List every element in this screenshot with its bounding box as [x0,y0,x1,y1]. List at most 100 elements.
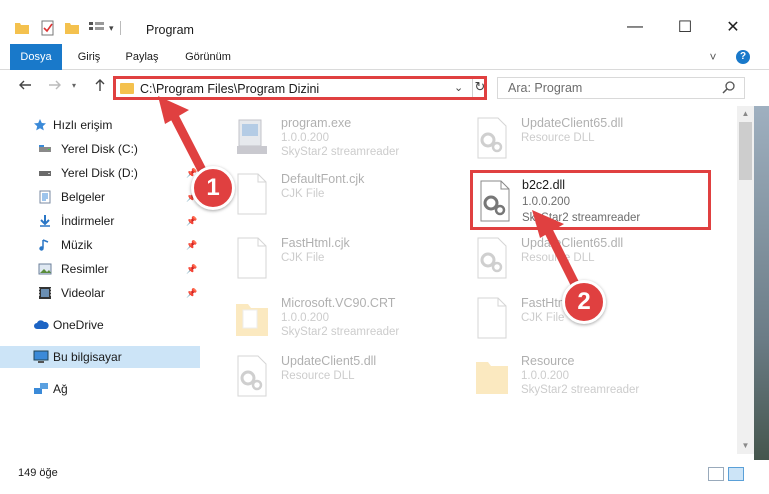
address-path[interactable]: C:\Program Files\Program Dizini [140,82,319,96]
toolbar-separator [119,21,121,35]
network-icon [34,383,48,394]
forward-button[interactable] [48,78,62,95]
drive-icon [39,171,51,176]
blank-file-icon [237,237,267,279]
search-input[interactable]: Ara: Program [508,81,582,95]
file-version: 1.0.0.200 [281,312,329,324]
sidebar-item-local-disk-c[interactable]: Yerel Disk (C:) [0,138,200,160]
folder-icon [236,304,268,336]
file-name: UpdateClient65.dll [521,116,624,130]
pin-icon[interactable]: 📌 [186,216,197,227]
sidebar-item-onedrive[interactable]: OneDrive [0,314,200,336]
file-type: CJK File [521,312,565,324]
sidebar-item-label: Hızlı erişim [53,118,113,132]
pin-icon[interactable]: 📌 [186,240,197,251]
tab-view[interactable]: Görünüm [176,44,240,70]
file-type: CJK File [281,252,325,264]
properties-icon[interactable] [40,20,56,36]
new-folder-icon[interactable] [64,20,80,36]
file-name: Microsoft.VC90.CRT [281,296,396,310]
help-icon[interactable]: ? [736,50,750,64]
navigation-bar: ▾ C:\Program Files\Program Dizini ⌄ ↻ Ar… [0,70,769,106]
search-box[interactable]: Ara: Program [497,77,745,99]
sidebar-item-videos[interactable]: Videolar 📌 [0,282,200,304]
item-count: 149 öğe [18,467,58,479]
file-item[interactable]: UpdateClient65.dll Resource DLL [453,228,693,284]
file-name: UpdateClient5.dll [281,354,377,368]
tab-share[interactable]: Paylaş [118,44,166,70]
file-item[interactable]: Microsoft.VC90.CRT 1.0.0.200 SkyStar2 st… [213,288,453,344]
blank-file-icon [477,297,507,339]
file-item[interactable]: UpdateClient65.dll Resource DLL [453,108,693,164]
refresh-button[interactable]: ↻ [473,79,487,97]
up-button[interactable] [93,78,107,95]
navigation-pane: Hızlı erişim Yerel Disk (C:) Yerel Disk … [0,106,200,460]
sidebar-item-music[interactable]: Müzik 📌 [0,234,200,256]
details-view-button[interactable] [708,467,724,481]
sidebar-item-pictures[interactable]: Resimler 📌 [0,258,200,280]
file-item[interactable]: program.exe 1.0.0.200 SkyStar2 streamrea… [213,108,453,164]
forward-arrow-icon [49,80,61,90]
close-button[interactable]: ✕ [710,12,756,42]
sidebar-item-this-pc[interactable]: Bu bilgisayar [0,346,200,368]
onedrive-cloud-icon [34,320,49,329]
drive-icon [39,145,51,152]
exe-icon [237,119,267,154]
window-title: Program [146,23,194,37]
sidebar-item-label: Resimler [61,262,109,276]
tab-home[interactable]: Giriş [66,44,112,70]
address-bar[interactable]: C:\Program Files\Program Dizini ⌄ ↻ [113,76,487,100]
minimize-button[interactable]: — [612,12,658,42]
file-item[interactable]: FastHtml.cjk CJK File [213,228,453,284]
dll-icon [237,355,267,397]
tiles-view-button[interactable] [728,467,744,481]
folder-icon [120,83,134,94]
file-item[interactable]: DefaultFont.cjk CJK File [213,164,453,220]
videos-icon [39,287,51,299]
file-description: SkyStar2 streamreader [281,326,400,338]
maximize-button[interactable]: ☐ [662,12,708,42]
file-name: program.exe [281,116,352,130]
ribbon-expand-icon[interactable]: ˅ [704,44,722,70]
file-list: program.exe 1.0.0.200 SkyStar2 streamrea… [205,106,737,460]
folder-icon[interactable] [14,20,30,36]
pictures-icon [38,263,52,275]
sidebar-item-label: Belgeler [61,190,106,204]
blank-file-icon [237,173,267,215]
sidebar-item-local-disk-d[interactable]: Yerel Disk (D:) 📌 [0,162,200,184]
file-item[interactable]: UpdateClient5.dll Resource DLL [213,346,453,402]
view-options-icon[interactable] [88,21,106,35]
sidebar-item-downloads[interactable]: İndirmeler 📌 [0,210,200,232]
back-button[interactable] [18,78,32,95]
sidebar-item-label: Ağ [53,382,68,396]
sidebar-item-documents[interactable]: Belgeler 📌 [0,186,200,208]
folder-icon [476,362,508,394]
vertical-scrollbar[interactable]: ▲ ▼ [737,106,754,454]
recent-locations-chevron-icon[interactable]: ▾ [72,81,76,90]
file-item[interactable]: Resource 1.0.0.200 SkyStar2 streamreader [453,346,693,402]
address-dropdown-chevron-icon[interactable]: ⌄ [454,81,463,94]
sidebar-item-label: Yerel Disk (C:) [61,142,138,156]
file-type: CJK File [281,188,325,200]
pin-icon[interactable]: 📌 [186,264,197,275]
sidebar-item-network[interactable]: Ağ [0,378,200,400]
scroll-up-arrow-icon[interactable]: ▲ [737,106,754,122]
sidebar-item-label: Müzik [61,238,93,252]
pin-icon[interactable]: 📌 [186,288,197,299]
quick-access-toolbar: ▾ [14,20,127,36]
ribbon-tabs: Dosya Giriş Paylaş Görünüm ˅ ? [0,44,769,100]
sidebar-item-label: Videolar [61,286,105,300]
sidebar-item-label: İndirmeler [61,214,115,228]
scroll-thumb[interactable] [739,122,752,180]
star-icon [34,119,46,131]
file-item-b2c2-dll[interactable]: b2c2.dll 1.0.0.200 SkyStar2 streamreader [470,170,711,230]
sidebar-item-quick-access[interactable]: Hızlı erişim [0,114,200,136]
callout-badge-2: 2 [562,280,606,324]
file-version: 1.0.0.200 [522,196,570,208]
customize-toolbar-chevron-icon[interactable]: ▾ [109,23,114,34]
search-icon[interactable] [722,80,736,94]
file-version: 1.0.0.200 [521,370,569,382]
file-type: Resource DLL [521,132,595,144]
sidebar-item-label: OneDrive [53,318,104,332]
scroll-down-arrow-icon[interactable]: ▼ [737,438,754,454]
